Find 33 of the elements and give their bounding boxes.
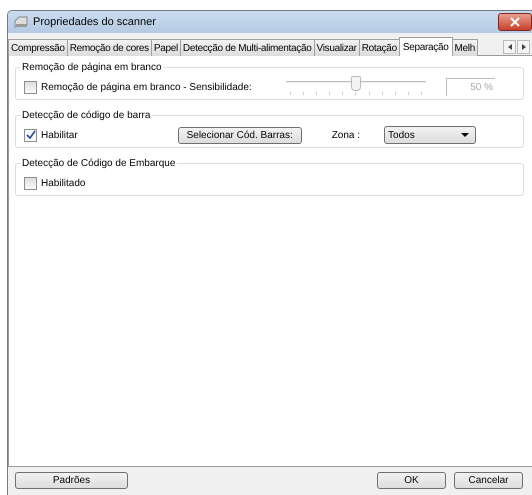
checkbox-label: Habilitado xyxy=(41,178,86,188)
checkbox[interactable] xyxy=(24,176,37,190)
tab[interactable]: Papel xyxy=(150,39,181,56)
window-title: Propriedades do scanner xyxy=(33,16,156,28)
defaults-button[interactable]: Padrões xyxy=(15,472,128,489)
close-icon xyxy=(510,17,520,27)
tab[interactable]: Compressão xyxy=(8,39,68,56)
group-title: Remoção de página em branco xyxy=(21,62,163,73)
checkbox-label: Remoção de página em branco - Sensibilidade: xyxy=(41,82,252,92)
tab[interactable]: Remoção de cores xyxy=(66,39,152,56)
select-barcode-button[interactable]: Selecionar Cód. Barras: xyxy=(178,126,302,144)
tab[interactable]: Detecção de Multi-alimentação xyxy=(180,39,315,56)
group-title: Detecção de Código de Embarque xyxy=(21,158,176,169)
caret-icon xyxy=(461,133,470,137)
scanner-icon xyxy=(13,15,29,29)
tab[interactable]: Separação xyxy=(398,37,453,56)
scroll-left-button[interactable] xyxy=(503,40,516,54)
left-arrow-icon xyxy=(508,44,512,50)
group-title: Detecção de código de barra xyxy=(21,110,152,121)
zone-dropdown[interactable]: Todos xyxy=(384,126,476,144)
tab[interactable]: Melh xyxy=(452,39,478,56)
checkbox[interactable] xyxy=(24,80,37,94)
close-button[interactable] xyxy=(498,13,532,31)
checkbox[interactable] xyxy=(24,128,37,142)
scroll-right-button[interactable] xyxy=(517,40,530,54)
sensitivity-slider[interactable] xyxy=(286,76,426,98)
tab[interactable]: Rotação xyxy=(358,39,400,56)
checkbox-label: Habilitar xyxy=(41,130,78,140)
right-arrow-icon xyxy=(522,44,526,50)
dialog-button[interactable]: Cancelar xyxy=(454,472,523,489)
zone-label: Zona : xyxy=(332,130,360,140)
dialog-button[interactable]: OK xyxy=(377,472,446,489)
tab[interactable]: Visualizar xyxy=(314,39,360,56)
